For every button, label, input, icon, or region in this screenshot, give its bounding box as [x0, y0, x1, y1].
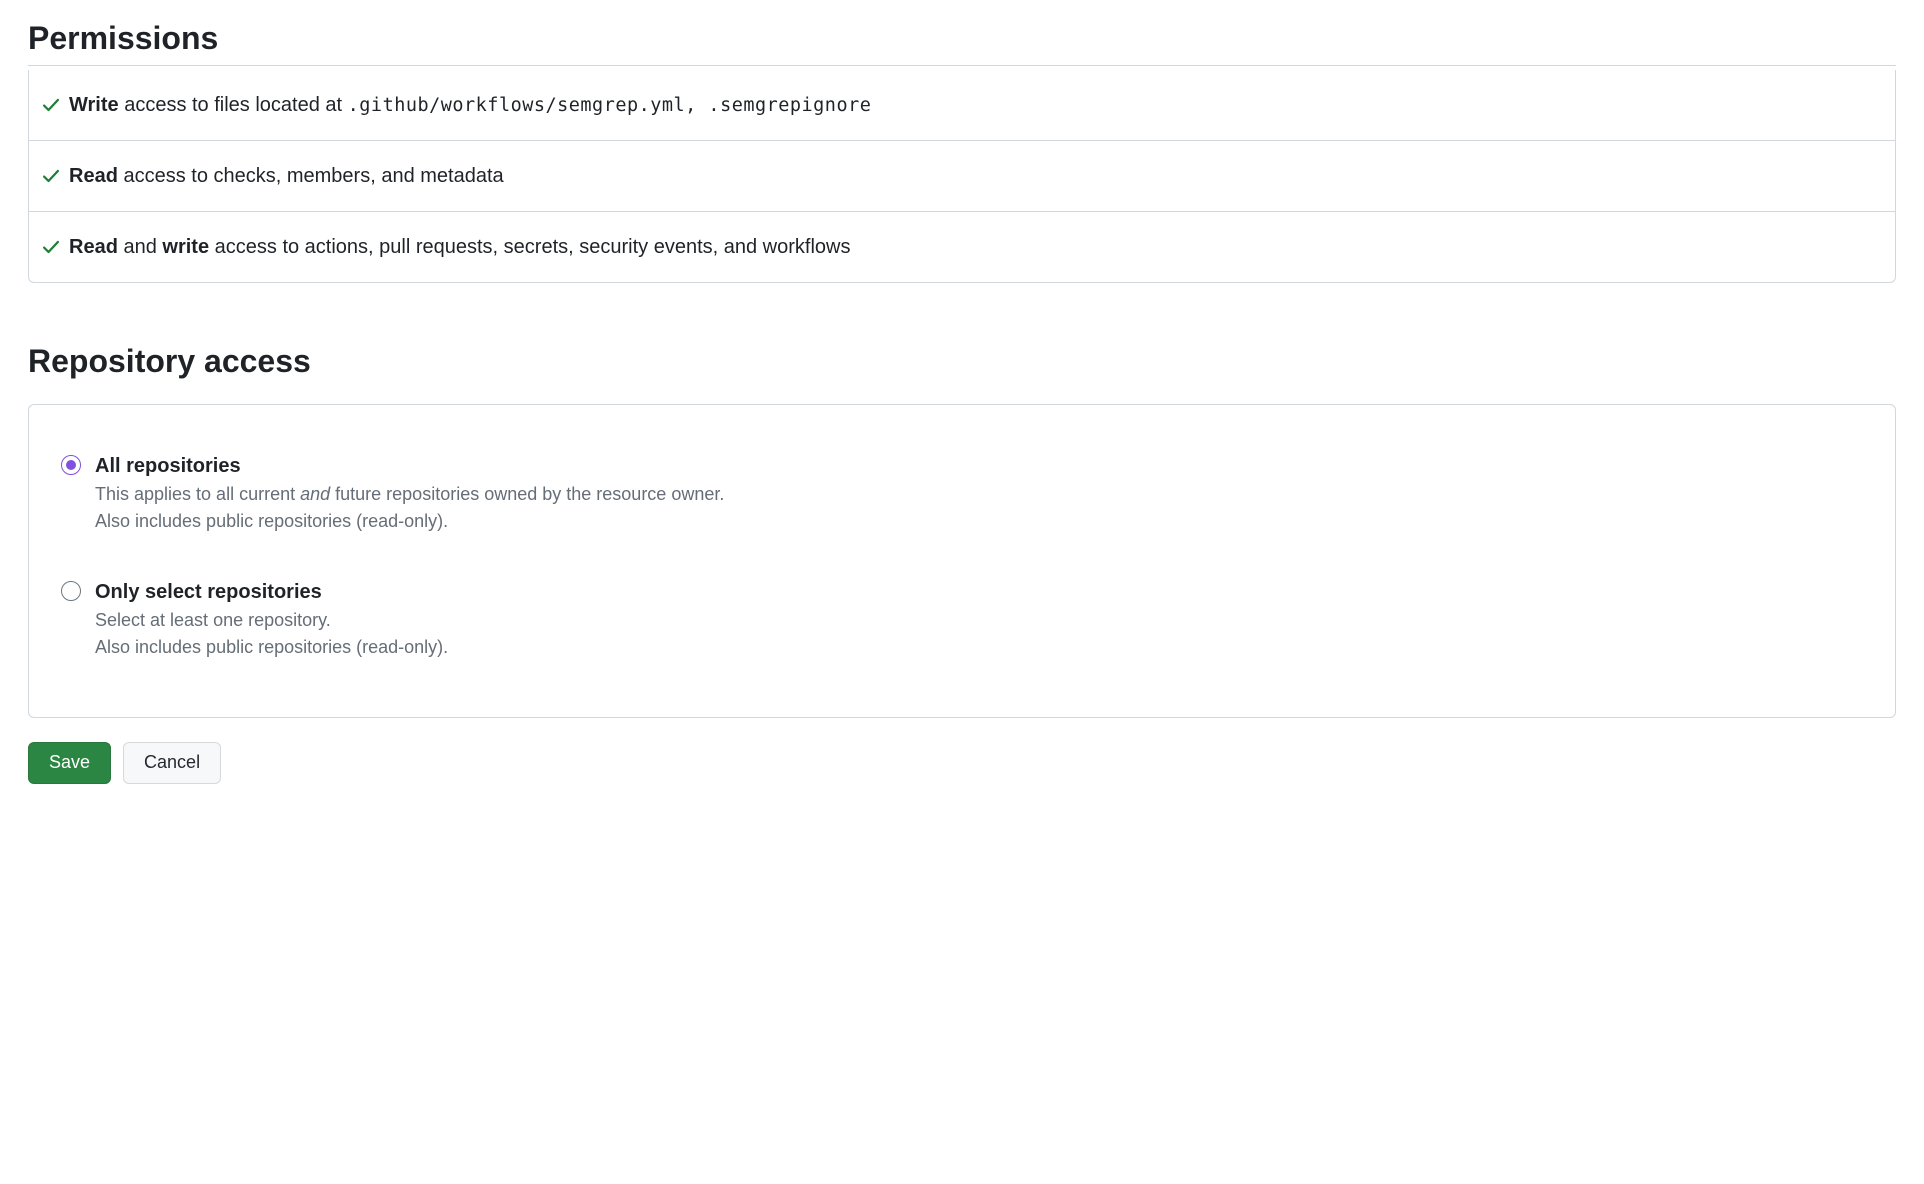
file-paths-code: .github/workflows/semgrep.yml, .semgrepi…	[348, 95, 872, 116]
permission-row-write-files: Write access to files located at .github…	[29, 70, 1895, 141]
permissions-heading: Permissions	[28, 20, 1896, 66]
radio-title: Only select repositories	[95, 579, 1863, 605]
radio-desc-line2: Also includes public repositories (read-…	[95, 511, 448, 531]
permission-row-read-write-actions: Read and write access to actions, pull r…	[29, 212, 1895, 282]
check-icon	[33, 237, 69, 257]
radio-description: Select at least one repository. Also inc…	[95, 607, 1863, 661]
save-button[interactable]: Save	[28, 742, 111, 784]
radio-dot-icon	[66, 460, 76, 470]
check-icon	[33, 166, 69, 186]
access-level-label: Read	[69, 165, 118, 187]
radio-desc-italic: and	[300, 484, 330, 504]
radio-title: All repositories	[95, 453, 1863, 479]
permission-text-connector: and	[118, 236, 162, 258]
radio-content: Only select repositories Select at least…	[95, 579, 1863, 661]
repo-access-box: All repositories This applies to all cur…	[28, 404, 1896, 718]
permission-text: Write access to files located at .github…	[69, 90, 1895, 120]
permission-text-rest: access to checks, members, and metadata	[118, 165, 504, 187]
radio-desc-line2: Also includes public repositories (read-…	[95, 637, 448, 657]
check-icon	[33, 95, 69, 115]
radio-button[interactable]	[61, 455, 81, 475]
permission-row-read-checks: Read access to checks, members, and meta…	[29, 141, 1895, 212]
radio-option-all-repos[interactable]: All repositories This applies to all cur…	[61, 453, 1863, 535]
radio-desc-part-b: future repositories owned by the resourc…	[330, 484, 724, 504]
repo-access-heading: Repository access	[28, 343, 1896, 388]
permissions-list: Write access to files located at .github…	[28, 70, 1896, 283]
permission-text-middle: access to files located at	[119, 94, 348, 116]
radio-option-select-repos[interactable]: Only select repositories Select at least…	[61, 579, 1863, 661]
permission-text: Read and write access to actions, pull r…	[69, 232, 1895, 262]
radio-button[interactable]	[61, 581, 81, 601]
permission-text: Read access to checks, members, and meta…	[69, 161, 1895, 191]
access-level-label-2: write	[162, 236, 209, 258]
access-level-label: Write	[69, 94, 119, 116]
action-buttons-row: Save Cancel	[28, 742, 1896, 784]
cancel-button[interactable]: Cancel	[123, 742, 221, 784]
radio-description: This applies to all current and future r…	[95, 481, 1863, 535]
access-level-label: Read	[69, 236, 118, 258]
radio-content: All repositories This applies to all cur…	[95, 453, 1863, 535]
radio-desc-part-a: This applies to all current	[95, 484, 300, 504]
radio-desc-line1: Select at least one repository.	[95, 610, 331, 630]
permission-text-rest: access to actions, pull requests, secret…	[209, 236, 850, 258]
